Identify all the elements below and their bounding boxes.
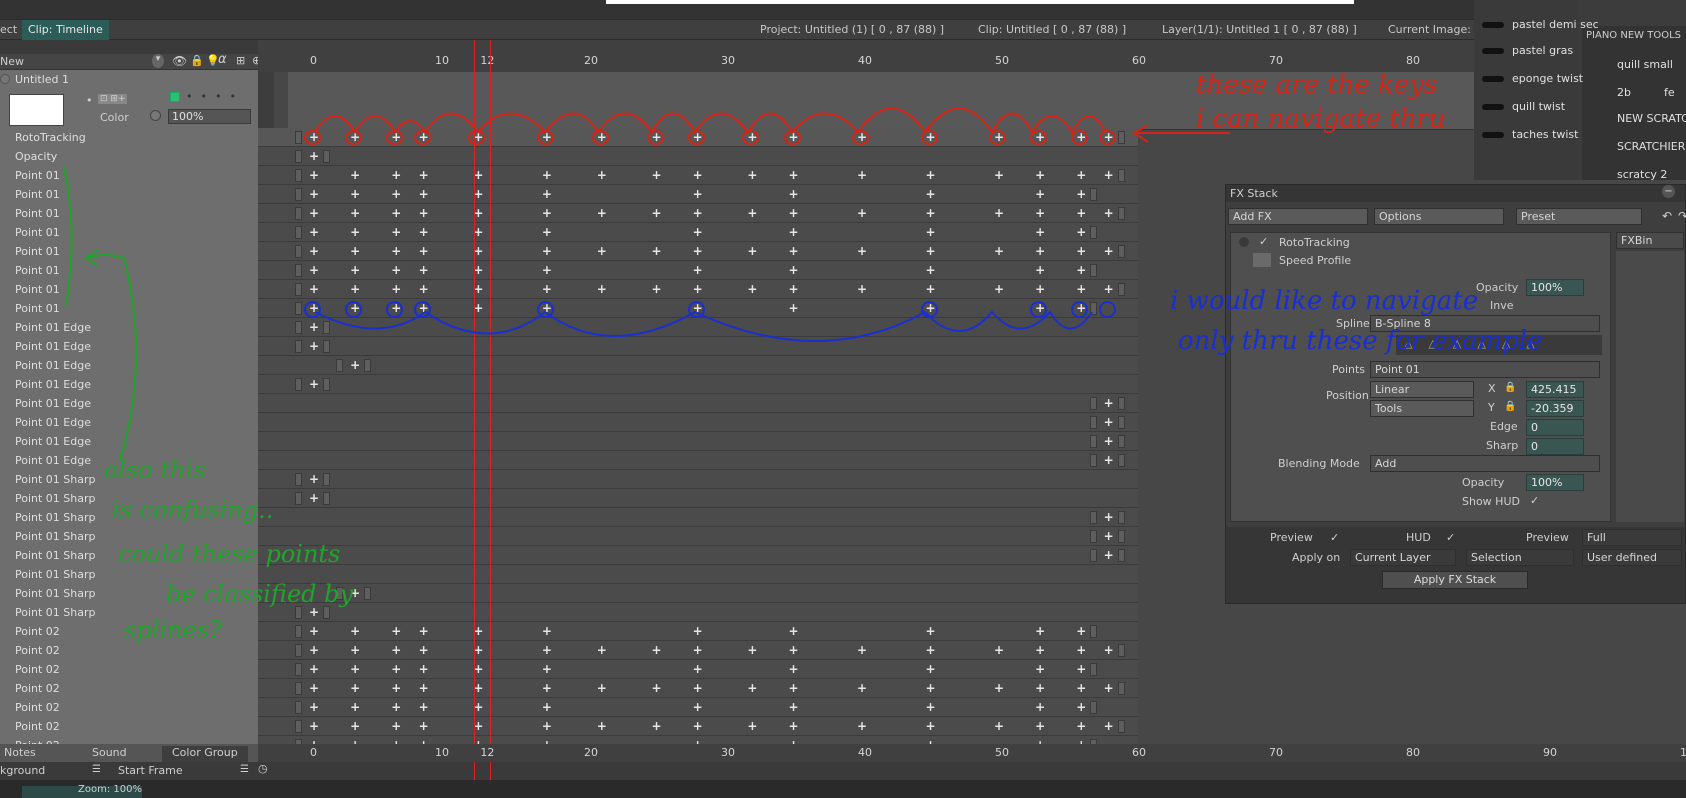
red-arcs [314,107,1230,143]
annotation-line: also this [104,456,206,484]
annotation-line: could these points [118,540,341,568]
annotation-line: i would like to navigate [1170,286,1479,316]
green-arrow [63,167,138,461]
annotation-line: these are the keys [1196,70,1438,100]
annotation-line: i can navigate thru [1196,104,1446,134]
annotation-line: be classified by [166,580,354,608]
annotation-line: is confusing.. [112,496,274,524]
annotation-line: only thru these for example [1178,326,1543,356]
annotation-line: splines? [124,616,222,644]
blue-arcs [314,310,1093,342]
